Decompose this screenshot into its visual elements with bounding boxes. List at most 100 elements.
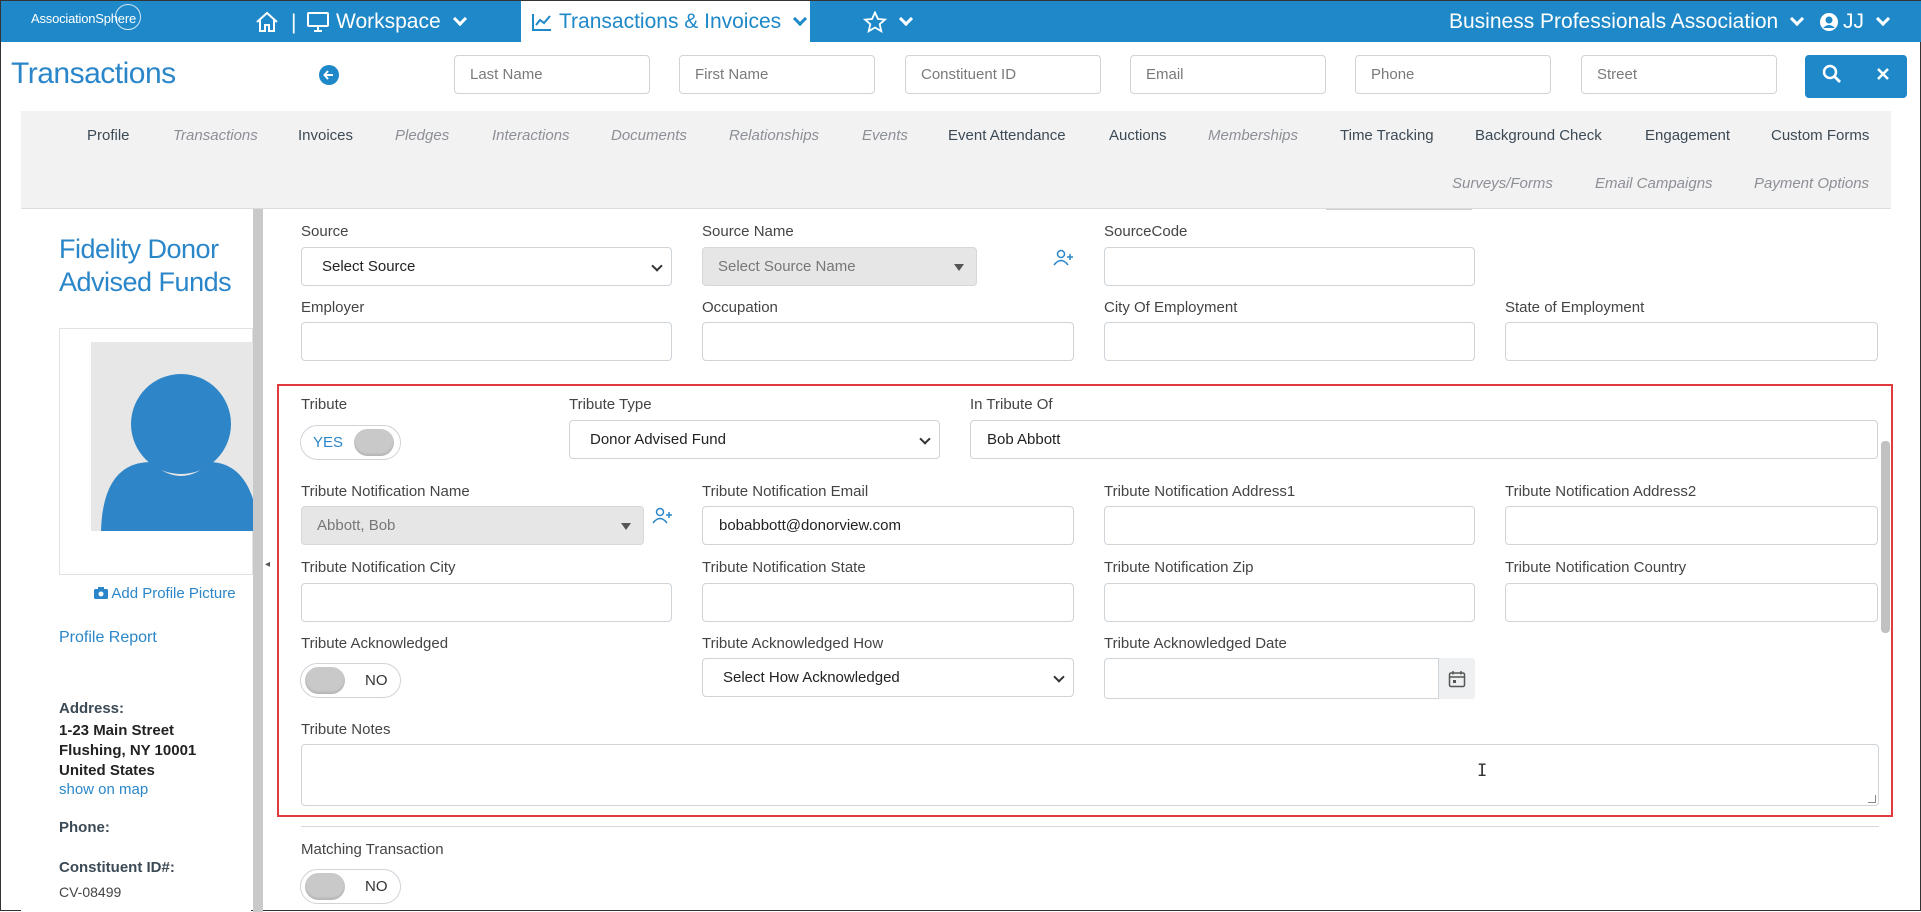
sidebar-scrollbar[interactable]: [253, 209, 263, 912]
chevron-down-icon: [452, 11, 467, 26]
employer-input[interactable]: [301, 322, 672, 361]
last-name-input[interactable]: [454, 55, 650, 94]
notif-zip-input[interactable]: [1104, 583, 1475, 622]
tab-surveys-forms[interactable]: Surveys/Forms: [1452, 175, 1553, 192]
text-cursor-icon: I: [1477, 761, 1488, 781]
tab-custom-forms[interactable]: Custom Forms: [1771, 127, 1869, 144]
camera-icon: [94, 587, 108, 599]
tribute-toggle[interactable]: YES: [300, 425, 401, 460]
phone-input[interactable]: [1355, 55, 1551, 94]
tab-memberships[interactable]: Memberships: [1208, 127, 1298, 144]
in-tribute-of-input[interactable]: Bob Abbott: [970, 420, 1878, 459]
state-employment-input[interactable]: [1505, 322, 1878, 361]
tab-auctions[interactable]: Auctions: [1109, 127, 1167, 144]
matching-toggle-text: NO: [365, 878, 388, 895]
email-input[interactable]: [1130, 55, 1326, 94]
transactions-invoices-menu[interactable]: Transactions & Invoices: [521, 1, 810, 42]
chevron-down-icon: [898, 11, 914, 26]
arrow-left-icon: [323, 70, 333, 80]
notif-address2-label: Tribute Notification Address2: [1505, 483, 1697, 500]
constituent-id-value: CV-08499: [59, 884, 122, 900]
profile-name-line1: Fidelity Donor: [59, 234, 219, 264]
tab-events[interactable]: Events: [862, 127, 908, 144]
source-name-select[interactable]: Select Source Name: [702, 247, 977, 286]
source-select-value: Select Source: [322, 258, 416, 275]
home-icon: [256, 11, 278, 32]
notif-country-input[interactable]: [1505, 583, 1878, 622]
org-name: Business Professionals Association: [1449, 9, 1779, 33]
profile-report-link[interactable]: Profile Report: [59, 629, 157, 647]
caret-down-icon: [954, 264, 964, 271]
state-employment-label: State of Employment: [1505, 299, 1645, 316]
source-code-label: SourceCode: [1104, 223, 1188, 240]
add-person-button[interactable]: [652, 507, 674, 528]
notif-name-select[interactable]: Abbott, Bob: [301, 506, 644, 545]
clear-search-button[interactable]: [1876, 67, 1890, 86]
ack-how-select[interactable]: Select How Acknowledged: [702, 658, 1074, 697]
tab-event-attendance[interactable]: Event Attendance: [948, 127, 1066, 144]
search-button[interactable]: [1822, 64, 1842, 89]
tab-interactions[interactable]: Interactions: [492, 127, 570, 144]
tribute-notes-textarea[interactable]: [301, 744, 1879, 806]
tribute-type-select[interactable]: Donor Advised Fund: [569, 420, 940, 459]
notif-name-label: Tribute Notification Name: [301, 483, 470, 500]
tab-pledges[interactable]: Pledges: [395, 127, 449, 144]
main-scrollbar[interactable]: [1881, 441, 1890, 633]
avatar: [91, 342, 253, 531]
profile-name: Fidelity Donor Advised Funds: [59, 233, 232, 299]
tab-background-check[interactable]: Background Check: [1475, 127, 1602, 144]
search-icon: [1822, 64, 1841, 83]
employer-label: Employer: [301, 299, 365, 316]
toggle-knob: [305, 667, 345, 694]
add-profile-picture-link[interactable]: Add Profile Picture: [94, 585, 236, 602]
workspace-menu[interactable]: Workspace: [306, 1, 467, 42]
back-button[interactable]: [319, 65, 339, 85]
add-person-button[interactable]: [1053, 249, 1075, 270]
home-button[interactable]: [255, 1, 279, 42]
tab-invoices[interactable]: Invoices: [298, 127, 353, 144]
monitor-icon: [307, 11, 329, 32]
tribute-type-value: Donor Advised Fund: [590, 431, 726, 448]
notif-email-label: Tribute Notification Email: [702, 483, 869, 500]
show-on-map-link[interactable]: show on map: [59, 781, 148, 798]
tab-payment-options[interactable]: Payment Options: [1754, 175, 1869, 192]
tab-profile[interactable]: Profile: [87, 127, 130, 144]
tab-relationships[interactable]: Relationships: [729, 127, 819, 144]
org-switcher[interactable]: Business Professionals Association: [1449, 1, 1805, 42]
source-code-input[interactable]: [1104, 247, 1475, 286]
occupation-input[interactable]: [702, 322, 1074, 361]
nav-separator: |: [291, 11, 297, 34]
address-line1: 1-23 Main Street: [59, 722, 175, 739]
tab-time-tracking[interactable]: Time Tracking: [1340, 127, 1434, 144]
tab-transactions[interactable]: Transactions: [173, 127, 258, 144]
resize-handle[interactable]: [1868, 795, 1876, 803]
city-employment-input[interactable]: [1104, 322, 1475, 361]
occupation-label: Occupation: [702, 299, 778, 316]
user-menu[interactable]: JJ: [1819, 1, 1891, 42]
source-label: Source: [301, 223, 349, 240]
tab-email-campaigns[interactable]: Email Campaigns: [1595, 175, 1713, 192]
notif-address1-input[interactable]: [1104, 506, 1475, 545]
chevron-down-icon: [1875, 11, 1891, 26]
matching-transaction-toggle[interactable]: NO: [300, 869, 401, 904]
notif-state-label: Tribute Notification State: [702, 559, 866, 576]
collapse-sidebar-icon[interactable]: ◂: [265, 559, 270, 570]
ack-toggle[interactable]: NO: [300, 663, 401, 698]
section-divider: [301, 826, 1879, 827]
favorites-menu[interactable]: [863, 1, 914, 42]
tab-engagement[interactable]: Engagement: [1645, 127, 1730, 144]
ack-label: Tribute Acknowledged: [301, 635, 449, 652]
notif-email-value: bobabbott@donorview.com: [719, 517, 902, 534]
street-input[interactable]: [1581, 55, 1777, 94]
source-select[interactable]: Select Source: [301, 247, 672, 286]
date-picker-button[interactable]: [1438, 658, 1475, 699]
constituent-id-input[interactable]: [905, 55, 1101, 94]
first-name-input[interactable]: [679, 55, 875, 94]
app-logo[interactable]: AssociationSphere: [31, 4, 141, 30]
ack-date-input[interactable]: [1104, 658, 1475, 699]
notif-city-input[interactable]: [301, 583, 672, 622]
notif-email-input[interactable]: bobabbott@donorview.com: [702, 506, 1074, 545]
notif-address2-input[interactable]: [1505, 506, 1878, 545]
tab-documents[interactable]: Documents: [611, 127, 687, 144]
notif-state-input[interactable]: [702, 583, 1074, 622]
